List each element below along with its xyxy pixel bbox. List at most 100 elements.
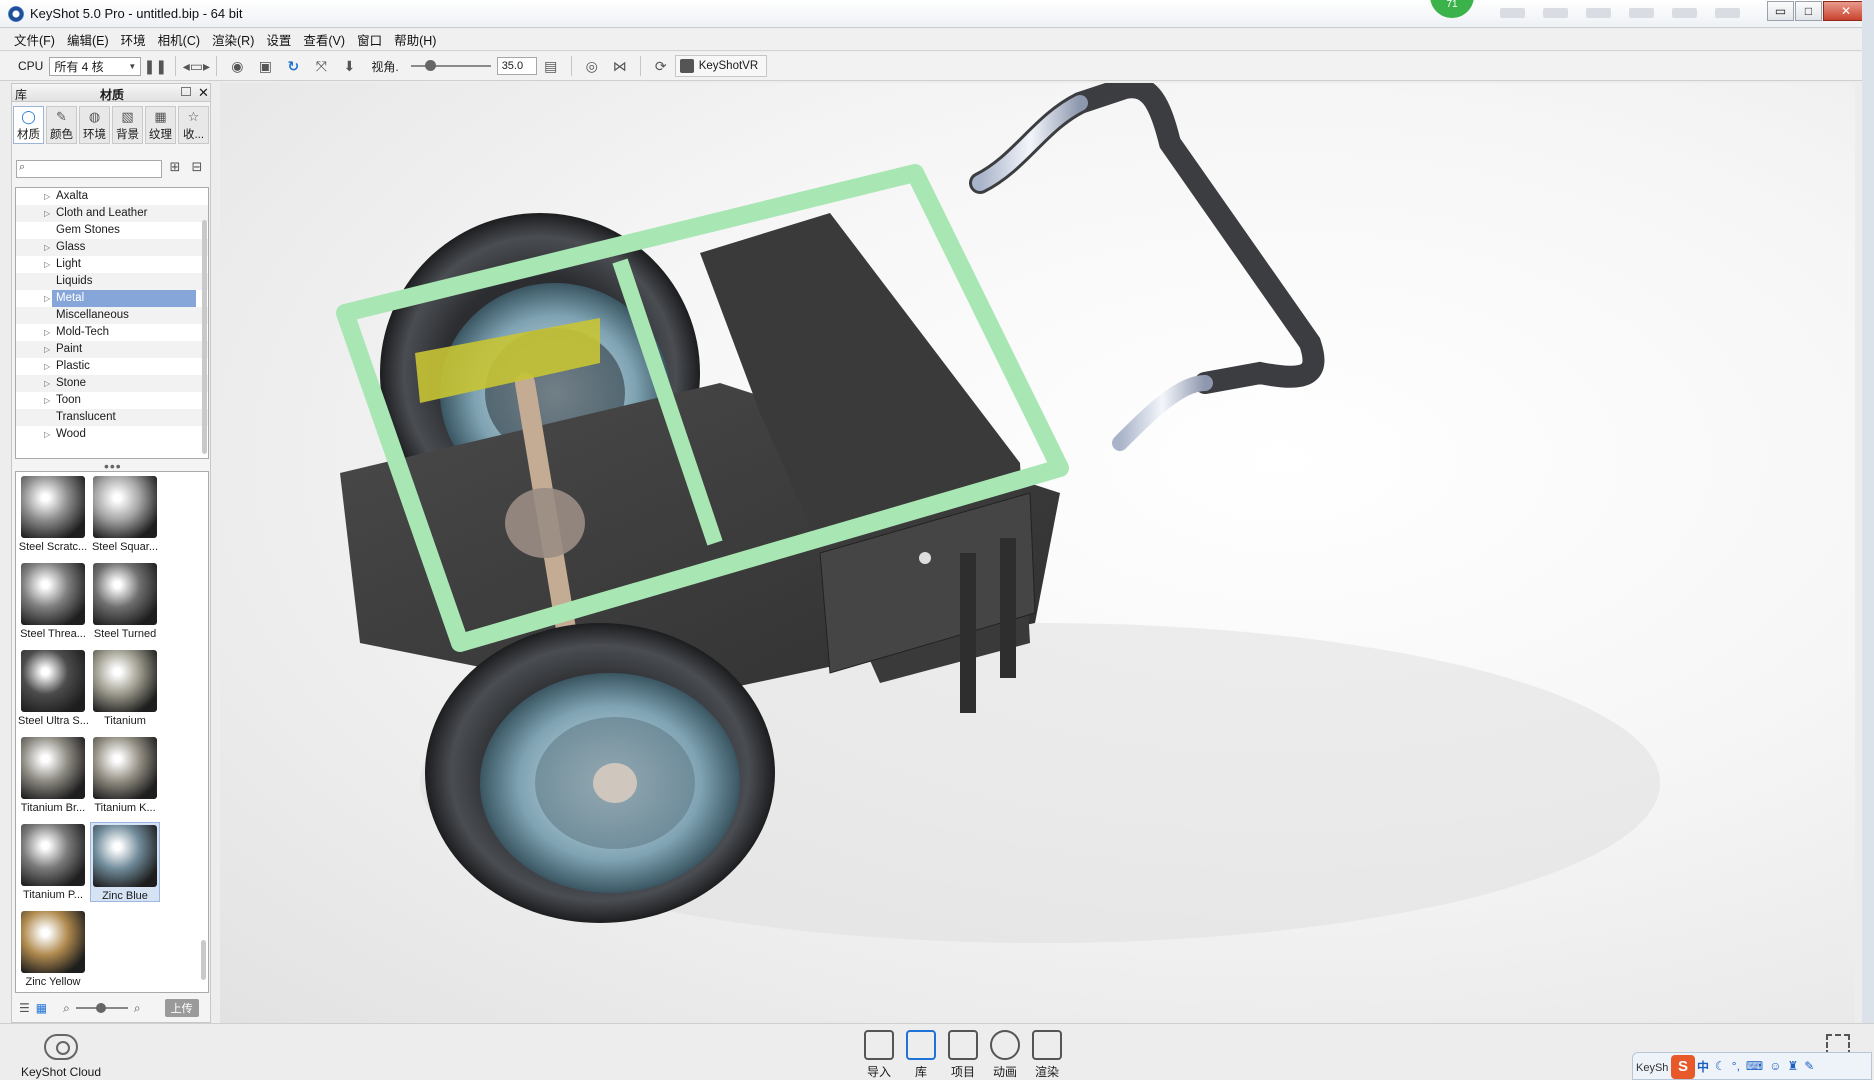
tree-item-wood[interactable]: ▷ Wood [16,426,208,443]
import-button[interactable]: 导入 [858,1030,900,1080]
zoom-out-icon[interactable]: ⌕ [63,1001,70,1016]
upload-button[interactable]: 上传 [164,999,199,1017]
splitter-handle[interactable]: ••• [104,459,122,473]
material-thumbnail[interactable]: Steel Squar... [90,474,160,554]
ime-punct-icon[interactable]: °, [1732,1059,1740,1073]
material-thumbnail[interactable]: Titanium P... [18,822,88,902]
tree-item-miscellaneous[interactable]: Miscellaneous [16,307,208,324]
library-search-input[interactable]: ⌕ [16,160,162,178]
material-thumbnail-selected[interactable]: Zinc Blue [90,822,160,902]
performance-icon[interactable]: ◎ [581,55,603,77]
tree-item-paint[interactable]: ▷ Paint [16,341,208,358]
tree-item-axalta[interactable]: ▷ Axalta [16,188,208,205]
pause-icon[interactable]: ❚❚ [144,55,167,77]
expand-arrow-icon[interactable]: ▷ [44,341,50,358]
screenshot-icon[interactable]: ▣ [254,55,276,77]
expand-arrow-icon[interactable]: ▷ [44,392,50,409]
tab-textures[interactable]: ▦ 纹理 [145,106,176,144]
animation-button[interactable]: 动画 [984,1030,1026,1080]
folder-settings-icon[interactable]: ⊟ [188,159,206,177]
cpu-cores-select[interactable]: 所有 4 核 ▼ [49,56,142,76]
expand-arrow-icon[interactable]: ▷ [44,256,50,273]
close-icon[interactable]: ✕ [198,85,209,101]
tree-item-gem-stones[interactable]: Gem Stones [16,222,208,239]
material-thumbnail[interactable]: Steel Scratc... [18,474,88,554]
tree-item-toon[interactable]: ▷ Toon [16,392,208,409]
thumbnail-size-slider[interactable] [75,1003,128,1013]
menu-render[interactable]: 渲染(R) [212,30,254,49]
material-thumbnail[interactable]: Zinc Yellow [18,909,88,989]
tree-item-translucent[interactable]: Translucent [16,409,208,426]
tree-item-stone[interactable]: ▷ Stone [16,375,208,392]
expand-arrow-icon[interactable]: ▷ [44,426,50,443]
minimize-button[interactable]: ▭ [1767,1,1794,21]
menu-file[interactable]: 文件(F) [14,30,55,49]
menu-window[interactable]: 窗口 [357,30,382,49]
maximize-button[interactable]: □ [1795,1,1822,21]
tree-item-metal[interactable]: ▷ Metal [16,290,208,307]
fit-view-icon[interactable]: ⤧ [310,55,332,77]
camera-icon[interactable]: ◉ [226,55,248,77]
tab-materials[interactable]: ◯ 材质 [13,106,44,144]
taskbar-tab[interactable]: KeySh [1632,1062,1682,1080]
expand-arrow-icon[interactable]: ▷ [44,188,50,205]
tab-favorites[interactable]: ☆ 收... [178,106,209,144]
menu-environment[interactable]: 环境 [121,30,146,49]
grid-view-icon[interactable]: ▦ [36,1001,47,1015]
tree-scrollbar[interactable] [202,220,207,454]
screenshot-prev-icon[interactable]: ◂▭▸ [183,55,210,77]
keyshot-cloud-button[interactable]: KeyShot Cloud [18,1034,104,1079]
undock-icon[interactable] [181,87,191,96]
list-view-icon[interactable]: ☰ [19,1001,30,1015]
expand-arrow-icon[interactable]: ▷ [44,290,50,307]
tab-colors[interactable]: ✎ 颜色 [46,106,77,144]
expand-arrow-icon[interactable]: ▷ [44,205,50,222]
tree-item-liquids[interactable]: Liquids [16,273,208,290]
tab-backgrounds[interactable]: ▧ 背景 [112,106,143,144]
ime-tools-icon[interactable]: ✎ [1804,1059,1814,1073]
ime-moon-icon[interactable]: ☾ [1715,1059,1726,1073]
expand-arrow-icon[interactable]: ▷ [44,358,50,375]
menu-settings[interactable]: 设置 [266,30,291,49]
fov-input[interactable]: 35.0 [496,57,537,75]
sync-icon[interactable]: ⟳ [650,55,672,77]
tab-environments[interactable]: ◍ 环境 [79,106,110,144]
tree-item-glass[interactable]: ▷ Glass [16,239,208,256]
thumbnail-scrollbar[interactable] [201,940,206,980]
geometry-icon[interactable]: ⋈ [609,55,631,77]
project-button[interactable]: 项目 [942,1030,984,1080]
material-thumbnail[interactable]: Steel Turned [90,561,160,641]
keyshotvr-button[interactable]: KeyShotVR [674,55,768,77]
region-icon[interactable]: ▤ [540,55,562,77]
fov-slider-knob[interactable] [424,60,436,71]
menu-view[interactable]: 查看(V) [303,30,345,49]
render-button[interactable]: 渲染 [1026,1030,1068,1080]
expand-arrow-icon[interactable]: ▷ [44,239,50,256]
notification-badge[interactable]: 71 [1430,0,1474,18]
material-thumbnail[interactable]: Titanium K... [90,735,160,815]
fov-slider[interactable] [410,60,491,71]
material-thumbnail[interactable]: Titanium Br... [18,735,88,815]
material-thumbnail[interactable]: Steel Ultra S... [18,648,88,728]
thumbnail-size-knob[interactable] [95,1003,106,1013]
material-thumbnail[interactable]: Titanium [90,648,160,728]
import-folder-icon[interactable]: ⊞ [166,159,184,177]
expand-arrow-icon[interactable]: ▷ [44,375,50,392]
menu-edit[interactable]: 编辑(E) [67,30,109,49]
tree-item-mold-tech[interactable]: ▷ Mold-Tech [16,324,208,341]
material-category-tree[interactable]: ▷ Axalta ▷ Cloth and Leather Gem Stones ▷ G… [15,187,209,459]
material-thumbnail[interactable]: Steel Threa... [18,561,88,641]
render-viewport[interactable] [220,83,1855,1023]
library-button[interactable]: 库 [900,1030,942,1080]
tree-item-cloth-and-leather[interactable]: ▷ Cloth and Leather [16,205,208,222]
tree-item-plastic[interactable]: ▷ Plastic [16,358,208,375]
drop-to-floor-icon[interactable]: ⬇ [338,55,360,77]
refresh-icon[interactable]: ↻ [282,55,304,77]
expand-arrow-icon[interactable]: ▷ [44,324,50,341]
ime-keyboard-icon[interactable]: ⌨ [1746,1059,1763,1073]
ime-shirt-icon[interactable]: ♜ [1788,1059,1799,1073]
ime-mode[interactable]: 中 [1697,1058,1709,1075]
zoom-in-icon[interactable]: ⌕ [134,1001,141,1016]
menu-camera[interactable]: 相机(C) [158,30,200,49]
menu-help[interactable]: 帮助(H) [394,30,436,49]
